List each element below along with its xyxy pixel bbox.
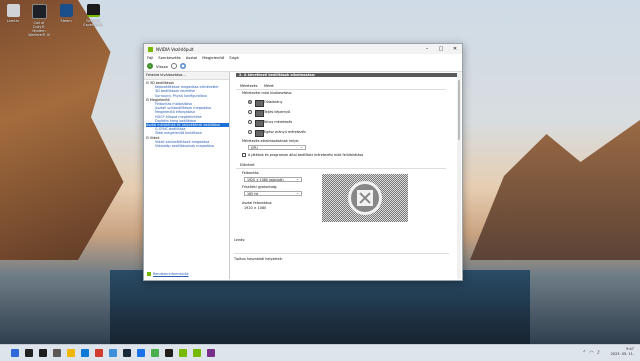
refresh-rate-value: 165 Hz bbox=[247, 192, 259, 196]
nvidia-logo-icon bbox=[148, 46, 153, 52]
search-icon[interactable] bbox=[25, 349, 33, 357]
section-header: 2. A következő beállítások alkalmazása: bbox=[236, 73, 459, 77]
minimize-button[interactable]: – bbox=[420, 44, 434, 54]
app-icon[interactable] bbox=[207, 349, 215, 357]
home-icon[interactable] bbox=[179, 63, 186, 69]
preview-label: Előnézet bbox=[240, 163, 255, 167]
cod-icon bbox=[31, 4, 47, 19]
tab-scaling[interactable]: Méretezés bbox=[240, 84, 257, 88]
resolution-label: Felbontás: bbox=[242, 171, 260, 175]
menu-help[interactable]: Súgó bbox=[229, 55, 239, 60]
wallpaper-bay bbox=[110, 270, 530, 344]
tab-divider bbox=[236, 89, 446, 90]
desktop-resolution-label: Asztal felbontása: bbox=[242, 201, 273, 205]
scaling-preview-image bbox=[322, 174, 408, 222]
desktop-icon-steam[interactable]: Steam bbox=[55, 4, 77, 23]
override-label[interactable]: A játékok és programok által beállított … bbox=[248, 153, 363, 157]
resolution-select[interactable]: 1920 × 1080 (ajánlott) bbox=[244, 177, 302, 182]
tab-size[interactable]: Méret bbox=[264, 84, 274, 88]
description-divider bbox=[234, 253, 449, 254]
option-integer-scaling[interactable]: Egész arányú méretezés bbox=[264, 130, 306, 134]
title-bar[interactable]: NVIDIA Vezérlőpult – □ ✕ bbox=[144, 44, 462, 54]
edge-icon[interactable] bbox=[81, 349, 89, 357]
desktop-icon-geforce[interactable]: GeForce Experience bbox=[82, 4, 104, 27]
menu-display[interactable]: Megjelenítő bbox=[202, 55, 224, 60]
xbox-icon[interactable] bbox=[151, 349, 159, 357]
radio-aspect-ratio[interactable] bbox=[248, 100, 252, 104]
wallpaper-cliff bbox=[0, 0, 124, 260]
start-icon[interactable] bbox=[11, 349, 19, 357]
geforce-icon bbox=[86, 4, 100, 17]
scaling-mode-label: Méretezési mód kiválasztása: bbox=[242, 91, 293, 95]
task-view-icon[interactable] bbox=[39, 349, 47, 357]
clock[interactable]: 9:47 2023. 05. 11. bbox=[611, 347, 634, 357]
perform-scaling-value: GPU bbox=[251, 146, 258, 150]
geforce-icon[interactable] bbox=[193, 349, 201, 357]
mail-icon[interactable] bbox=[109, 349, 117, 357]
widgets-icon[interactable] bbox=[53, 349, 61, 357]
integer-scaling-icon bbox=[255, 129, 264, 137]
no-scaling-icon bbox=[255, 119, 264, 127]
description-label: Leírás: bbox=[234, 238, 246, 242]
forward-button[interactable] bbox=[170, 63, 177, 69]
usage-label: Tipikus használati helyzetek: bbox=[234, 257, 283, 261]
terminal-icon[interactable] bbox=[165, 349, 173, 357]
nvidia-icon[interactable] bbox=[179, 349, 187, 357]
window-title: NVIDIA Vezérlőpult bbox=[156, 46, 194, 52]
menu-bar: Fájl Szerkesztés Asztal Megjelenítő Súgó bbox=[144, 54, 462, 61]
resolution-value: 1920 × 1080 (ajánlott) bbox=[247, 178, 284, 182]
perform-scaling-label: Méretezés alkalmazásának helye: bbox=[242, 139, 300, 143]
desktop-resolution-value: 1920 × 1080 bbox=[244, 206, 267, 210]
refresh-rate-select[interactable]: 165 Hz bbox=[244, 191, 302, 196]
system-info-link[interactable]: Rendszerinformációk bbox=[147, 272, 189, 276]
system-tray: ⌃ ◠ ♪ bbox=[582, 350, 600, 356]
scroll-thumb[interactable] bbox=[458, 80, 460, 140]
tree-item[interactable]: Videokép beállításainak megadása bbox=[146, 144, 229, 148]
radio-no-scaling[interactable] bbox=[248, 120, 252, 124]
close-button[interactable]: ✕ bbox=[448, 44, 462, 54]
vertical-scrollbar[interactable] bbox=[457, 72, 461, 279]
task-tree: ⊟ 3D beállítások Képbeállítások megadása … bbox=[144, 80, 229, 148]
chrome-icon[interactable] bbox=[137, 349, 145, 357]
override-checkbox[interactable] bbox=[242, 153, 246, 157]
steam-icon[interactable] bbox=[123, 349, 131, 357]
wallpaper-mountain bbox=[470, 120, 640, 260]
option-full-screen[interactable]: Teljes képernyő bbox=[264, 110, 290, 114]
menu-file[interactable]: Fájl bbox=[147, 55, 153, 60]
nvidia-control-panel-window[interactable]: NVIDIA Vezérlőpult – □ ✕ Fájl Szerkeszté… bbox=[143, 43, 463, 281]
option-aspect-ratio[interactable]: Oldalarány bbox=[264, 100, 283, 104]
refresh-rate-label: Frissítési gyakoriság: bbox=[242, 185, 278, 189]
clock-date: 2023. 05. 11. bbox=[610, 352, 634, 356]
taskbar: ⌃ ◠ ♪ 9:47 2023. 05. 11. bbox=[0, 344, 640, 361]
desktop-icon-cod[interactable]: Call of Duty® Modern Warfare® III bbox=[28, 4, 50, 37]
instagram-icon[interactable] bbox=[95, 349, 103, 357]
back-button[interactable]: Vissza bbox=[156, 64, 168, 69]
option-no-scaling[interactable]: Nincs méretezés bbox=[264, 120, 292, 124]
aspect-ratio-icon bbox=[255, 99, 264, 107]
radio-integer-scaling[interactable] bbox=[248, 130, 252, 134]
back-arrow-icon[interactable]: ‹ bbox=[147, 63, 153, 69]
recycle-bin-icon bbox=[6, 4, 20, 17]
speaker-icon[interactable]: ♪ bbox=[597, 350, 600, 356]
menu-desktop[interactable]: Asztal bbox=[186, 55, 197, 60]
task-panel-header: Feladat kiválasztása... bbox=[144, 72, 229, 80]
wifi-icon[interactable]: ◠ bbox=[589, 350, 593, 356]
maximize-button[interactable]: □ bbox=[434, 44, 448, 54]
steam-icon bbox=[59, 4, 73, 17]
taskbar-apps bbox=[8, 345, 218, 361]
chevron-up-icon[interactable]: ⌃ bbox=[582, 350, 586, 356]
toolbar: ‹ Vissza bbox=[144, 61, 462, 72]
task-panel: Feladat kiválasztása... ⊟ 3D beállítások… bbox=[144, 72, 230, 279]
settings-panel: 2. A következő beállítások alkalmazása: … bbox=[230, 72, 461, 279]
menu-edit[interactable]: Szerkesztés bbox=[158, 55, 180, 60]
perform-scaling-select[interactable]: GPU bbox=[248, 145, 306, 150]
file-explorer-icon[interactable] bbox=[67, 349, 75, 357]
preview-divider bbox=[236, 168, 446, 169]
full-screen-icon bbox=[255, 109, 264, 117]
desktop-icon-recycle-bin[interactable]: Lomtár bbox=[2, 4, 24, 23]
radio-full-screen[interactable] bbox=[248, 110, 252, 114]
